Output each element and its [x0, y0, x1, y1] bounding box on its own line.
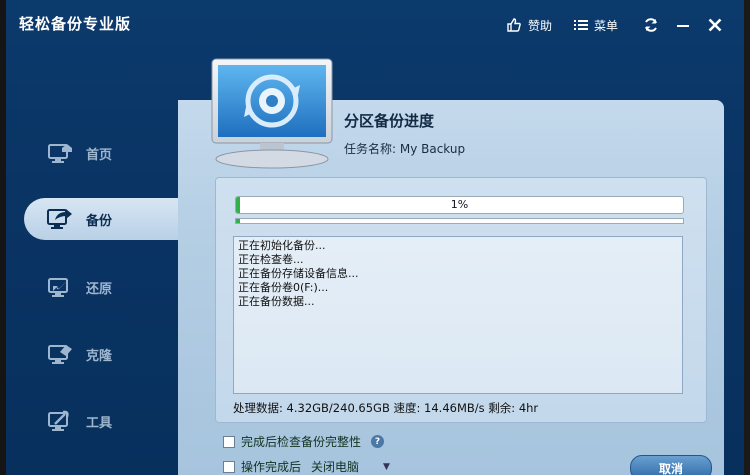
log-line: 正在备份存储设备信息...: [238, 267, 359, 280]
log-line: 正在检查卷...: [238, 253, 304, 266]
menu-label: 菜单: [593, 18, 618, 33]
close-icon: [708, 18, 722, 32]
log-line: 正在备份数据...: [238, 295, 315, 308]
refresh-button[interactable]: [640, 14, 662, 36]
help-icon[interactable]: ?: [371, 435, 385, 448]
app-window: 轻松备份专业版 赞助 菜单 首页 备份 还原 克隆 工具 分区备份进度 任务名称…: [6, 0, 744, 475]
thumbs-up-icon: [507, 18, 521, 32]
verify-label: 完成后检查备份完整性: [241, 435, 362, 449]
backup-monitor-icon: [46, 207, 74, 231]
backup-monitor-illustration-icon: [211, 58, 333, 169]
sidebar-item-clone[interactable]: 克隆: [24, 333, 178, 375]
sidebar-item-restore[interactable]: 还原: [24, 266, 178, 308]
log-line: 正在初始化备份...: [238, 239, 326, 252]
task-name: 任务名称: My Backup: [344, 142, 466, 156]
menu-icon: [573, 20, 588, 30]
close-button[interactable]: [704, 14, 726, 36]
menu-button[interactable]: 菜单: [573, 17, 618, 34]
verify-option: 完成后检查备份完整性 ?: [223, 433, 385, 450]
page-title: 分区备份进度: [344, 112, 435, 130]
restore-monitor-icon: [46, 275, 74, 299]
after-action-value: 关闭电脑: [311, 460, 360, 474]
donate-button[interactable]: 赞助: [506, 17, 552, 34]
sidebar-item-backup[interactable]: 备份: [24, 198, 178, 240]
after-action-select[interactable]: 关闭电脑 ▼: [311, 458, 390, 475]
title-bar-actions: 赞助 菜单: [506, 0, 744, 50]
home-monitor-icon: [46, 141, 74, 165]
main-content: 分区备份进度 任务名称: My Backup 1% 正在初始化备份... 正在检…: [178, 58, 724, 475]
progress-text: 1%: [450, 198, 469, 211]
sidebar-item-home[interactable]: 首页: [24, 132, 178, 174]
sidebar-item-label: 首页: [86, 147, 113, 163]
progress-stats: 处理数据: 4.32GB/240.65GB 速度: 14.46MB/s 剩余: …: [233, 401, 539, 415]
progress-panel: 1% 正在初始化备份... 正在检查卷... 正在备份存储设备信息... 正在备…: [215, 177, 707, 423]
donate-label: 赞助: [527, 18, 552, 33]
refresh-icon: [645, 18, 657, 32]
sidebar-item-label: 工具: [86, 415, 113, 431]
sidebar-item-label: 克隆: [86, 348, 113, 364]
after-checkbox[interactable]: [223, 460, 235, 473]
minimize-button[interactable]: [672, 14, 694, 36]
cancel-button[interactable]: 取消: [630, 455, 712, 475]
verify-checkbox[interactable]: [223, 435, 235, 448]
tools-monitor-icon: [46, 409, 74, 433]
clone-monitor-icon: [46, 342, 74, 366]
sub-progress-bar: [235, 218, 684, 224]
after-label: 操作完成后: [241, 460, 302, 474]
sidebar-item-label: 备份: [86, 213, 113, 229]
log-line: 正在备份卷0(F:)...: [238, 281, 329, 294]
log-box: 正在初始化备份... 正在检查卷... 正在备份存储设备信息... 正在备份卷0…: [233, 236, 683, 394]
sub-progress-fill: [236, 219, 241, 223]
app-title: 轻松备份专业版: [19, 15, 132, 33]
sidebar-nav: 首页 备份 还原 克隆 工具: [6, 100, 178, 475]
right-edge: [744, 0, 750, 475]
minimize-icon: [677, 25, 689, 27]
progress-bar: 1%: [235, 196, 684, 214]
sidebar-item-label: 还原: [86, 281, 113, 297]
sidebar-item-tools[interactable]: 工具: [24, 400, 178, 442]
title-bar: 轻松备份专业版 赞助 菜单: [6, 0, 744, 50]
chevron-down-icon: ▼: [383, 461, 390, 472]
after-option: 操作完成后 关闭电脑 ▼: [223, 458, 390, 475]
